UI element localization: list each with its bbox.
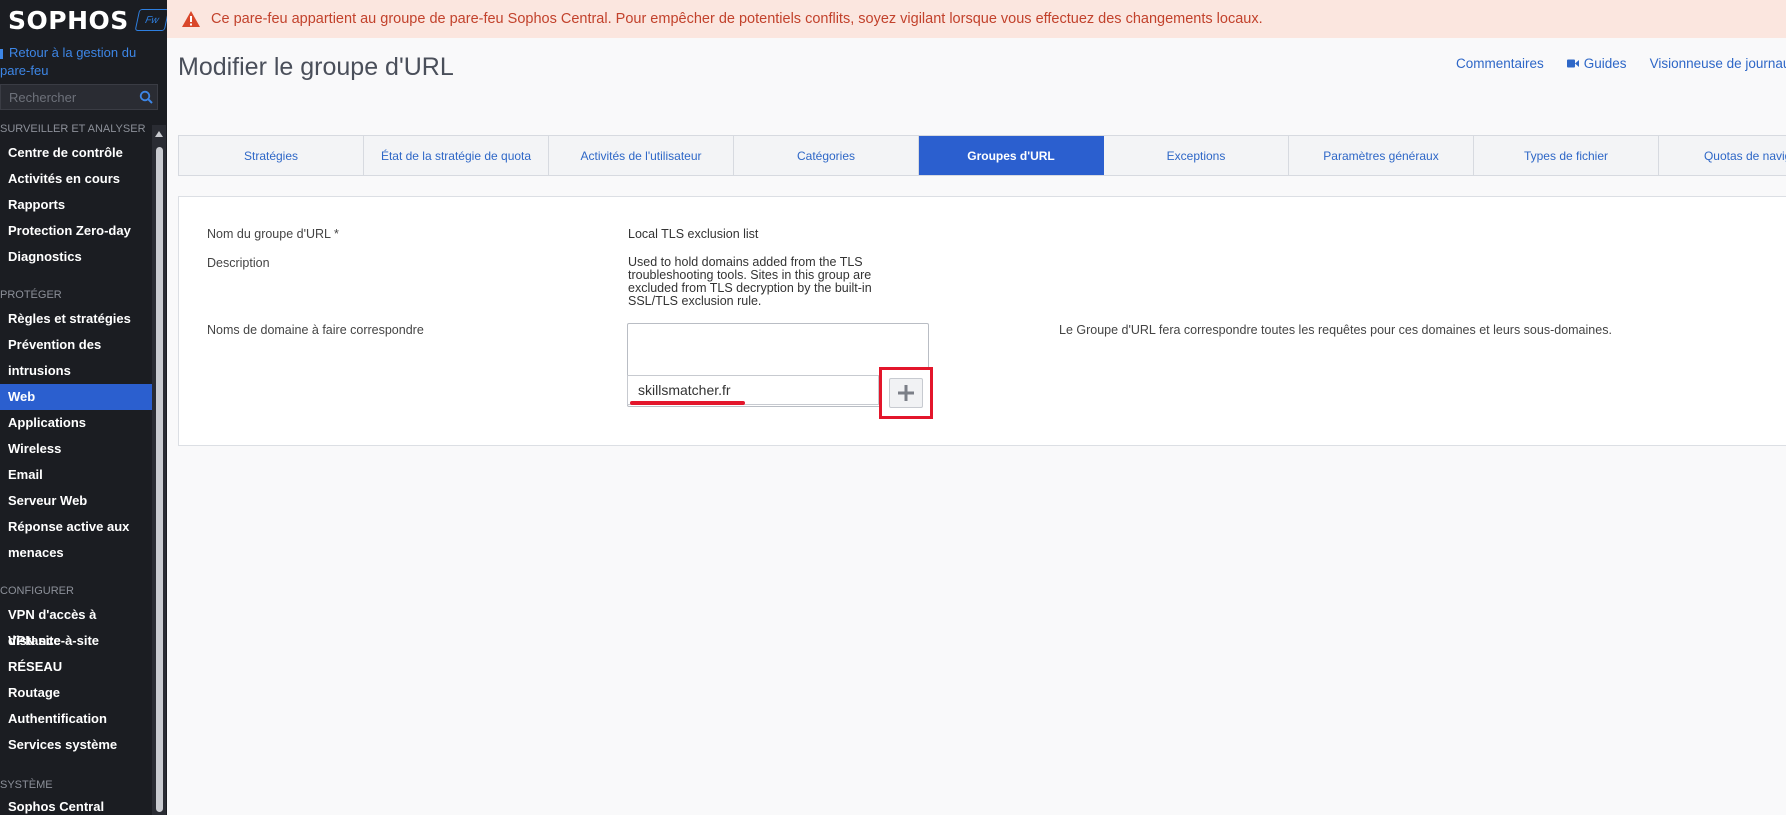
tab-activites-utilisateur[interactable]: Activités de l'utilisateur: [549, 136, 734, 175]
highlight-underline: [630, 401, 745, 405]
section-protect: PROTÉGER: [0, 289, 62, 301]
nav-regles-et-strategies[interactable]: Règles et stratégies: [0, 306, 152, 332]
tab-quotas-navigation[interactable]: Quotas de naviga: [1659, 136, 1786, 175]
sidebar-scrollbar[interactable]: [152, 125, 166, 815]
nav-web[interactable]: Web: [0, 384, 152, 410]
nav-rapports[interactable]: Rapports: [0, 192, 152, 218]
banner-text: Ce pare-feu appartient au groupe de pare…: [211, 11, 1263, 27]
nav-services-systeme[interactable]: Services système: [0, 732, 152, 758]
nav-activites-en-cours[interactable]: Activités en cours: [0, 166, 152, 192]
back-to-firewall-link[interactable]: Retour à la gestion du pare-feu: [0, 44, 150, 80]
nav-reponse-active-1[interactable]: Réponse active aux: [0, 514, 152, 540]
tab-parametres-generaux[interactable]: Paramètres généraux: [1289, 136, 1474, 175]
nav-centre-de-controle[interactable]: Centre de contrôle: [0, 140, 152, 166]
url-group-form: Nom du groupe d'URL * Local TLS exclusio…: [178, 196, 1786, 446]
domains-label: Noms de domaine à faire correspondre: [207, 323, 424, 337]
name-value[interactable]: Local TLS exclusion list: [628, 228, 758, 241]
tab-etat-strategie-quota[interactable]: État de la stratégie de quota: [364, 136, 549, 175]
nav-vpn-acces-distance[interactable]: VPN d'accès à distance: [0, 602, 152, 648]
description-value[interactable]: Used to hold domains added from the TLS …: [628, 256, 872, 308]
logo-text: SOPHOS: [8, 5, 129, 35]
description-line-4: SSL/TLS exclusion rule.: [628, 294, 762, 308]
central-warning-banner: Ce pare-feu appartient au groupe de pare…: [167, 0, 1786, 38]
tab-categories[interactable]: Catégories: [734, 136, 919, 175]
nav-reseau[interactable]: RÉSEAU: [0, 654, 152, 680]
nav-protection-zero-day[interactable]: Protection Zero-day: [0, 218, 152, 244]
sophos-logo[interactable]: SOPHOS Fw: [8, 4, 167, 36]
tab-exceptions[interactable]: Exceptions: [1104, 136, 1289, 175]
tab-types-fichier[interactable]: Types de fichier: [1474, 136, 1659, 175]
plus-icon: [898, 385, 914, 401]
nav-vpn-site-a-site[interactable]: VPN site-à-site: [0, 628, 152, 654]
nav-email[interactable]: Email: [0, 462, 152, 488]
add-domain-highlight: [879, 367, 933, 419]
domains-hint: Le Groupe d'URL fera correspondre toutes…: [1059, 323, 1612, 337]
tab-strategies[interactable]: Stratégies: [179, 136, 364, 175]
sidebar-search[interactable]: [0, 84, 158, 110]
nav-serveur-web[interactable]: Serveur Web: [0, 488, 152, 514]
nav-wireless[interactable]: Wireless: [0, 436, 152, 462]
nav-authentification[interactable]: Authentification: [0, 706, 152, 732]
scrollbar-thumb[interactable]: [156, 147, 163, 812]
name-label: Nom du groupe d'URL *: [207, 227, 339, 241]
add-domain-button[interactable]: [889, 378, 923, 408]
description-label: Description: [207, 256, 270, 270]
search-icon[interactable]: [139, 90, 153, 104]
video-icon: [1566, 59, 1579, 68]
guides-link[interactable]: Guides: [1566, 56, 1627, 71]
nav-reponse-active-2[interactable]: menaces: [0, 540, 152, 566]
comments-link[interactable]: Commentaires: [1456, 56, 1544, 71]
back-bar-icon: [0, 48, 3, 59]
section-monitor: SURVEILLER ET ANALYSER: [0, 123, 146, 135]
header-links: Commentaires Guides Visionneuse de journ…: [1456, 56, 1786, 71]
guides-label: Guides: [1583, 56, 1627, 71]
log-viewer-link[interactable]: Visionneuse de journaux: [1650, 56, 1786, 71]
scroll-up-arrow-icon[interactable]: [155, 131, 163, 137]
nav-applications[interactable]: Applications: [0, 410, 152, 436]
tab-bar: Stratégies État de la stratégie de quota…: [178, 135, 1786, 176]
search-input[interactable]: [7, 89, 131, 106]
back-link-label: Retour à la gestion du pare-feu: [0, 45, 137, 78]
sidebar: SOPHOS Fw Retour à la gestion du pare-fe…: [0, 0, 167, 815]
section-configure: CONFIGURER: [0, 585, 74, 597]
nav-prevention-intrusions-2[interactable]: intrusions: [0, 358, 152, 384]
tab-groupes-url[interactable]: Groupes d'URL: [919, 136, 1104, 175]
nav-routage[interactable]: Routage: [0, 680, 152, 706]
warning-icon: [182, 11, 200, 27]
page-title: Modifier le groupe d'URL: [178, 53, 454, 81]
nav-diagnostics[interactable]: Diagnostics: [0, 244, 152, 270]
nav-prevention-intrusions-1[interactable]: Prévention des: [0, 332, 152, 358]
section-system: SYSTÈME: [0, 779, 53, 791]
fw-badge: Fw: [134, 9, 167, 31]
nav-sophos-central[interactable]: Sophos Central: [0, 794, 152, 815]
